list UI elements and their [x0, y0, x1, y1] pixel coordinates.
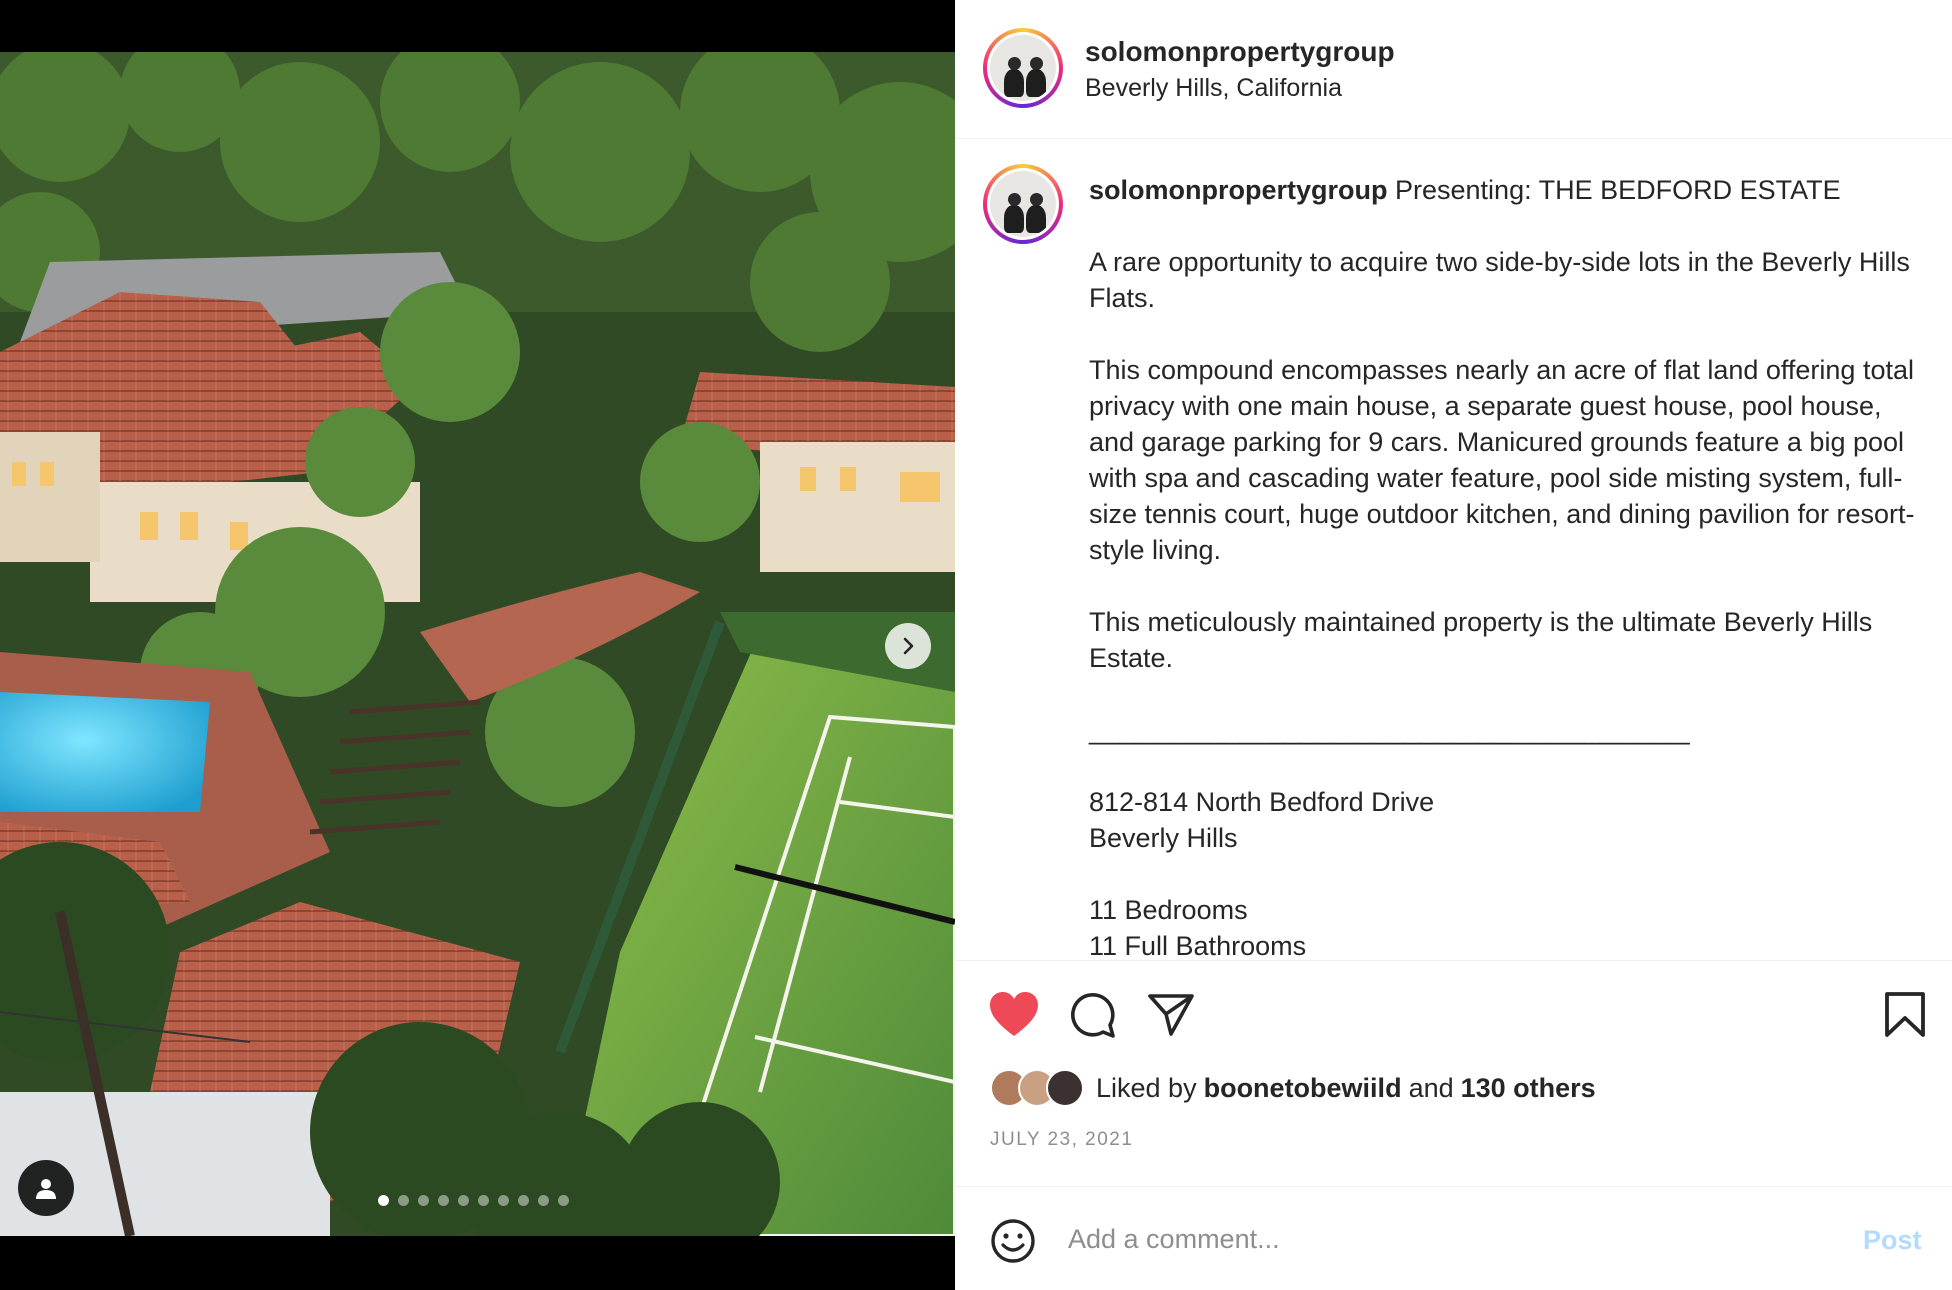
author-username[interactable]: solomonpropertygroup [1085, 36, 1395, 68]
post-comment-button[interactable]: Post [1863, 1225, 1922, 1256]
caption-area: solomonpropertygroup Presenting: THE BED… [955, 140, 1952, 960]
caption-body: A rare opportunity to acquire two side-b… [1089, 247, 1915, 960]
carousel-dot [378, 1195, 389, 1206]
carousel-dot [558, 1195, 569, 1206]
likes-summary: Liked by boonetobewiild and 130 others [990, 1069, 1596, 1107]
chevron-right-icon [903, 637, 914, 655]
emoji-icon[interactable] [990, 1218, 1036, 1264]
caption-title: Presenting: THE BEDFORD ESTATE [1387, 175, 1841, 205]
bookmark-icon[interactable] [1884, 991, 1926, 1039]
caption-username[interactable]: solomonpropertygroup [1089, 175, 1388, 205]
user-tag-button[interactable] [18, 1160, 74, 1216]
estate-aerial-image [0, 52, 955, 1236]
carousel-dot [458, 1195, 469, 1206]
carousel-dot [538, 1195, 549, 1206]
post-caption: solomonpropertygroup Presenting: THE BED… [1089, 172, 1919, 960]
comment-bar: Post [955, 1186, 1952, 1290]
author-avatar[interactable] [983, 28, 1063, 108]
carousel-dot [478, 1195, 489, 1206]
carousel-next-button[interactable] [885, 623, 931, 669]
post-media [0, 0, 955, 1290]
liked-by-prefix: Liked by [1096, 1072, 1197, 1103]
user-tag-icon [36, 1179, 56, 1199]
liked-by-others[interactable]: 130 others [1461, 1073, 1596, 1104]
carousel-dot [418, 1195, 429, 1206]
post-date[interactable]: JULY 23, 2021 [990, 1129, 1133, 1151]
carousel-dot [518, 1195, 529, 1206]
carousel-dot [398, 1195, 409, 1206]
caption-avatar[interactable] [983, 164, 1063, 244]
liker-avatars[interactable] [990, 1069, 1084, 1107]
liked-by-user[interactable]: boonetobewiild [1204, 1073, 1402, 1104]
post-photo[interactable] [0, 52, 955, 1236]
carousel-dot [498, 1195, 509, 1206]
carousel-indicator [378, 1195, 569, 1206]
share-icon[interactable] [1147, 992, 1195, 1038]
post-header: solomonpropertygroup Beverly Hills, Cali… [955, 0, 1952, 139]
comment-icon[interactable] [1068, 992, 1116, 1040]
avatar [1046, 1069, 1084, 1107]
post-actions: Liked by boonetobewiild and 130 others J… [955, 960, 1952, 1185]
carousel-dot [438, 1195, 449, 1206]
heart-icon[interactable] [988, 991, 1040, 1039]
liked-by-and: and [1408, 1072, 1454, 1103]
post-details-panel: solomonpropertygroup Beverly Hills, Cali… [955, 0, 1952, 1290]
comment-input[interactable] [1068, 1215, 1768, 1263]
post-location[interactable]: Beverly Hills, California [1085, 74, 1342, 103]
